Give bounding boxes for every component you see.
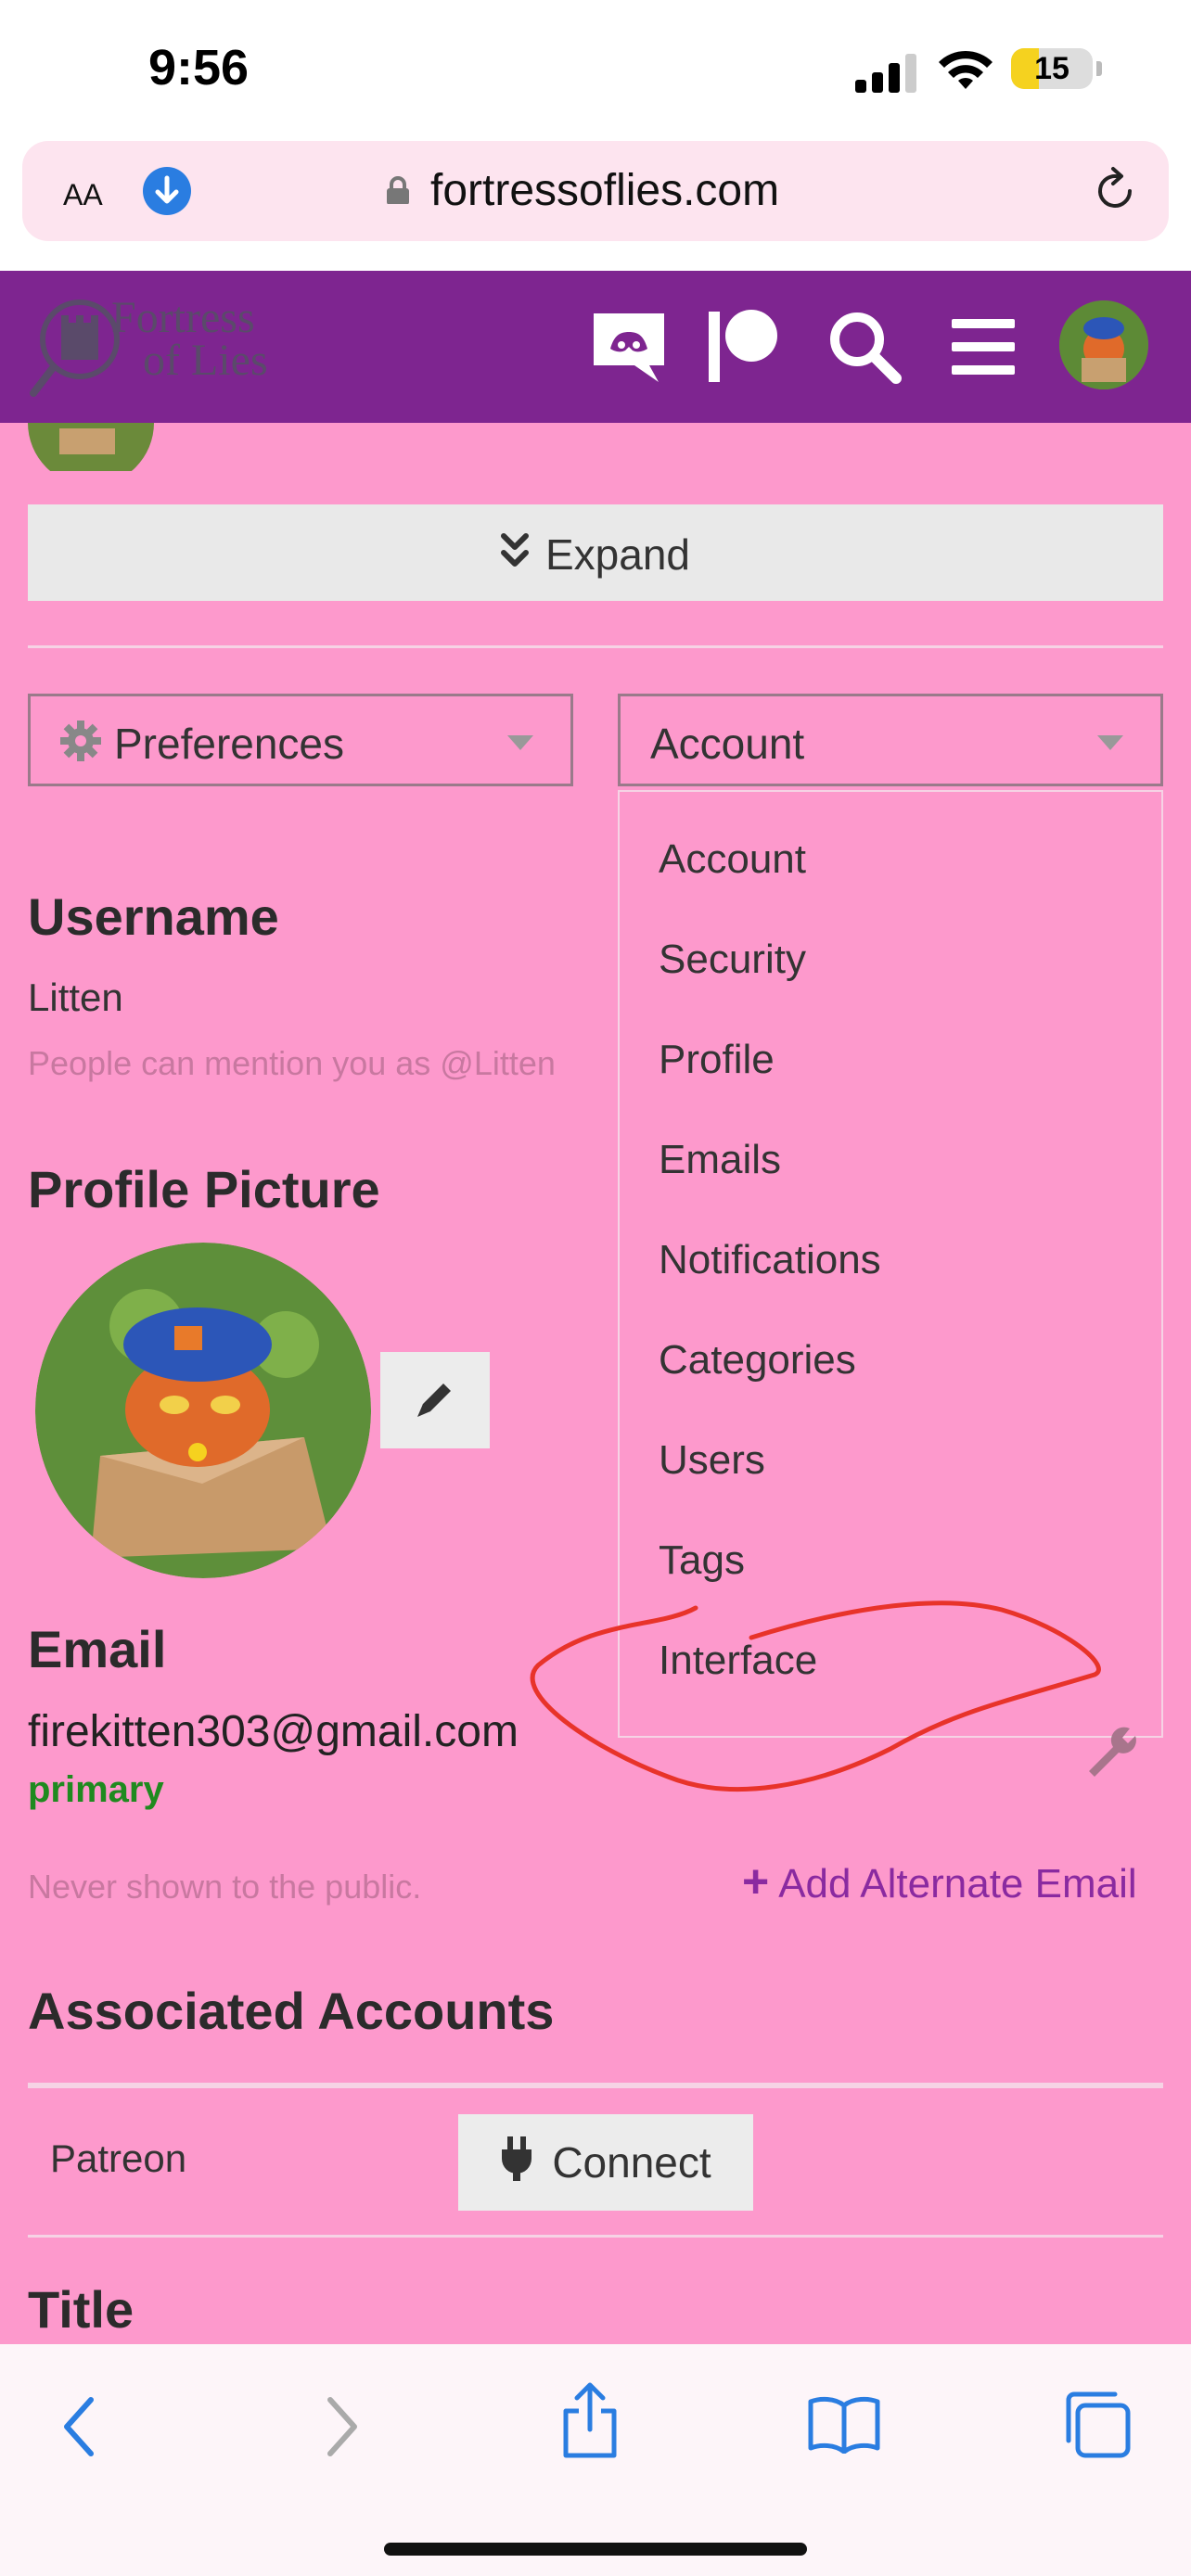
battery-level: 15	[1034, 51, 1069, 86]
double-chevron-down-icon	[500, 529, 529, 580]
divider	[28, 2235, 1163, 2238]
logo-text-line1: Fortress	[111, 293, 255, 342]
username-hint: People can mention you as @Litten	[28, 1044, 556, 1082]
dropdown-item-notifications[interactable]: Notifications	[659, 1237, 881, 1283]
dropdown-item-account[interactable]: Account	[659, 836, 806, 883]
dropdown-item-security[interactable]: Security	[659, 937, 806, 983]
title-heading: Title	[28, 2280, 134, 2339]
email-primary-badge: primary	[28, 1769, 164, 1810]
associated-accounts-heading: Associated Accounts	[28, 1982, 555, 2040]
dropdown-item-emails[interactable]: Emails	[659, 1137, 781, 1183]
username-value: Litten	[28, 976, 123, 1019]
account-select-label: Account	[650, 720, 805, 768]
plug-icon	[500, 2135, 533, 2191]
cellular-signal-icon	[855, 54, 916, 93]
plus-icon: +	[742, 1855, 770, 1907]
home-indicator	[384, 2543, 807, 2556]
divider	[28, 2083, 1163, 2088]
caret-down-icon	[1097, 735, 1123, 750]
bookmarks-icon[interactable]	[807, 2394, 881, 2454]
connect-patreon-button[interactable]: Connect	[458, 2114, 753, 2211]
pencil-icon	[417, 1383, 451, 1417]
back-icon[interactable]	[58, 2394, 104, 2459]
address-bar[interactable]: AA fortressoflies.com	[22, 141, 1169, 241]
text-size-button[interactable]: AA	[63, 169, 103, 215]
preferences-page: Expand Preferences Account Account Secur…	[0, 423, 1191, 2344]
browser-toolbar	[0, 2344, 1191, 2576]
account-select[interactable]: Account	[618, 694, 1163, 786]
author-avatar	[28, 423, 154, 471]
status-bar: 9:56 15	[0, 0, 1191, 139]
email-hint: Never shown to the public.	[28, 1868, 422, 1906]
expand-label: Expand	[544, 529, 690, 579]
divider	[28, 645, 1163, 648]
hamburger-menu-icon[interactable]	[944, 308, 1022, 386]
email-heading: Email	[28, 1620, 167, 1678]
preferences-select[interactable]: Preferences	[28, 694, 573, 786]
caret-down-icon	[507, 735, 533, 750]
status-time: 9:56	[148, 40, 250, 96]
dropdown-item-users[interactable]: Users	[659, 1437, 765, 1484]
add-alternate-email-link[interactable]: + Add Alternate Email	[742, 1855, 1137, 1908]
tabs-icon[interactable]	[1061, 2389, 1132, 2459]
lock-icon	[387, 176, 409, 204]
battery-icon: 15	[1011, 48, 1093, 89]
logo-text-line2: of Lies	[143, 336, 268, 385]
text-size-label: AA	[63, 178, 103, 211]
wifi-icon	[939, 50, 992, 89]
profile-picture	[35, 1243, 371, 1578]
discord-icon[interactable]	[590, 308, 668, 386]
dropdown-item-categories[interactable]: Categories	[659, 1337, 856, 1384]
patreon-icon[interactable]	[705, 308, 783, 386]
expand-button[interactable]: Expand	[28, 504, 1163, 601]
share-icon[interactable]	[560, 2381, 620, 2459]
patreon-account-label: Patreon	[50, 2136, 187, 2180]
preferences-select-label: Preferences	[114, 720, 345, 768]
reload-icon[interactable]	[1087, 163, 1143, 219]
search-icon[interactable]	[826, 308, 903, 386]
edit-profile-picture-button[interactable]	[380, 1352, 490, 1448]
add-alternate-email-label: Add Alternate Email	[778, 1861, 1137, 1906]
email-value: firekitten303@gmail.com	[28, 1707, 519, 1756]
connect-label: Connect	[552, 2138, 711, 2187]
download-icon[interactable]	[143, 167, 191, 215]
site-header: Fortress of Lies	[0, 271, 1191, 423]
forward-icon[interactable]	[317, 2394, 364, 2459]
gear-icon	[60, 721, 101, 761]
profile-picture-heading: Profile Picture	[28, 1160, 380, 1218]
dropdown-item-profile[interactable]: Profile	[659, 1037, 775, 1083]
site-logo-text[interactable]: Fortress of Lies	[111, 293, 268, 385]
user-avatar[interactable]	[1059, 300, 1148, 389]
url-text[interactable]: fortressoflies.com	[430, 165, 779, 216]
annotation-circle	[530, 1600, 1101, 1792]
username-heading: Username	[28, 887, 279, 946]
